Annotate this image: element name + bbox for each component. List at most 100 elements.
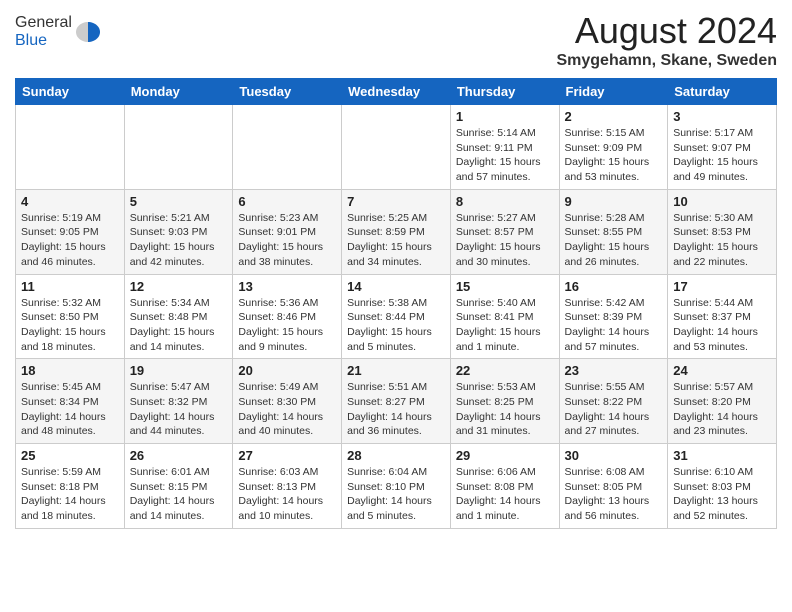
calendar-header-row: SundayMondayTuesdayWednesdayThursdayFrid… [16, 79, 777, 105]
day-detail: Sunrise: 5:17 AM Sunset: 9:07 PM Dayligh… [673, 126, 771, 185]
day-detail: Sunrise: 5:25 AM Sunset: 8:59 PM Dayligh… [347, 211, 445, 270]
day-number: 20 [238, 363, 336, 378]
calendar-cell: 7 Sunrise: 5:25 AM Sunset: 8:59 PM Daylig… [342, 189, 451, 274]
calendar-cell: 11 Sunrise: 5:32 AM Sunset: 8:50 PM Dayli… [16, 274, 125, 359]
day-detail: Sunrise: 5:53 AM Sunset: 8:25 PM Dayligh… [456, 380, 554, 439]
calendar-cell: 20 Sunrise: 5:49 AM Sunset: 8:30 PM Dayli… [233, 359, 342, 444]
day-detail: Sunrise: 5:40 AM Sunset: 8:41 PM Dayligh… [456, 296, 554, 355]
day-number: 24 [673, 363, 771, 378]
calendar-cell: 30 Sunrise: 6:08 AM Sunset: 8:05 PM Dayli… [559, 444, 668, 529]
day-number: 18 [21, 363, 119, 378]
day-number: 26 [130, 448, 228, 463]
day-detail: Sunrise: 5:38 AM Sunset: 8:44 PM Dayligh… [347, 296, 445, 355]
day-detail: Sunrise: 5:55 AM Sunset: 8:22 PM Dayligh… [565, 380, 663, 439]
day-number: 6 [238, 194, 336, 209]
calendar-cell: 17Sunrise: 5:44 AM Sunset: 8:37 PM Dayli… [668, 274, 777, 359]
calendar-cell: 29 Sunrise: 6:06 AM Sunset: 8:08 PM Dayli… [450, 444, 559, 529]
day-number: 3 [673, 109, 771, 124]
day-number: 12 [130, 279, 228, 294]
day-detail: Sunrise: 5:27 AM Sunset: 8:57 PM Dayligh… [456, 211, 554, 270]
day-detail: Sunrise: 5:42 AM Sunset: 8:39 PM Dayligh… [565, 296, 663, 355]
header: General Blue August 2024 Smygehamn, Skan… [15, 10, 777, 70]
day-detail: Sunrise: 6:08 AM Sunset: 8:05 PM Dayligh… [565, 465, 663, 524]
day-number: 15 [456, 279, 554, 294]
calendar-cell: 22Sunrise: 5:53 AM Sunset: 8:25 PM Dayli… [450, 359, 559, 444]
calendar-cell: 28Sunrise: 6:04 AM Sunset: 8:10 PM Dayli… [342, 444, 451, 529]
day-number: 14 [347, 279, 445, 294]
day-detail: Sunrise: 5:21 AM Sunset: 9:03 PM Dayligh… [130, 211, 228, 270]
calendar-week-row: 4 Sunrise: 5:19 AM Sunset: 9:05 PM Daylig… [16, 189, 777, 274]
calendar-cell: 10Sunrise: 5:30 AM Sunset: 8:53 PM Dayli… [668, 189, 777, 274]
calendar-cell: 25Sunrise: 5:59 AM Sunset: 8:18 PM Dayli… [16, 444, 125, 529]
day-detail: Sunrise: 5:19 AM Sunset: 9:05 PM Dayligh… [21, 211, 119, 270]
day-number: 23 [565, 363, 663, 378]
month-year-title: August 2024 [556, 10, 777, 52]
calendar-cell: 21Sunrise: 5:51 AM Sunset: 8:27 PM Dayli… [342, 359, 451, 444]
day-number: 30 [565, 448, 663, 463]
day-detail: Sunrise: 6:03 AM Sunset: 8:13 PM Dayligh… [238, 465, 336, 524]
day-detail: Sunrise: 5:23 AM Sunset: 9:01 PM Dayligh… [238, 211, 336, 270]
day-detail: Sunrise: 6:10 AM Sunset: 8:03 PM Dayligh… [673, 465, 771, 524]
calendar-day-header: Tuesday [233, 79, 342, 105]
location-title: Smygehamn, Skane, Sweden [556, 52, 777, 70]
day-number: 21 [347, 363, 445, 378]
calendar-day-header: Saturday [668, 79, 777, 105]
day-detail: Sunrise: 5:34 AM Sunset: 8:48 PM Dayligh… [130, 296, 228, 355]
calendar-cell: 1 Sunrise: 5:14 AM Sunset: 9:11 PM Daylig… [450, 105, 559, 190]
day-detail: Sunrise: 5:32 AM Sunset: 8:50 PM Dayligh… [21, 296, 119, 355]
calendar-table: SundayMondayTuesdayWednesdayThursdayFrid… [15, 78, 777, 529]
day-number: 29 [456, 448, 554, 463]
day-number: 13 [238, 279, 336, 294]
day-detail: Sunrise: 6:06 AM Sunset: 8:08 PM Dayligh… [456, 465, 554, 524]
calendar-cell: 13 Sunrise: 5:36 AM Sunset: 8:46 PM Dayli… [233, 274, 342, 359]
logo-general-text: General [15, 14, 72, 31]
day-detail: Sunrise: 6:01 AM Sunset: 8:15 PM Dayligh… [130, 465, 228, 524]
calendar-day-header: Thursday [450, 79, 559, 105]
calendar-cell: 15 Sunrise: 5:40 AM Sunset: 8:41 PM Dayli… [450, 274, 559, 359]
logo-blue-text: Blue [15, 32, 47, 49]
day-number: 11 [21, 279, 119, 294]
day-number: 8 [456, 194, 554, 209]
calendar-cell: 2Sunrise: 5:15 AM Sunset: 9:09 PM Daylig… [559, 105, 668, 190]
day-number: 27 [238, 448, 336, 463]
title-area: August 2024 Smygehamn, Skane, Sweden [556, 10, 777, 70]
calendar-cell [16, 105, 125, 190]
calendar-cell: 12 Sunrise: 5:34 AM Sunset: 8:48 PM Dayli… [124, 274, 233, 359]
calendar-week-row: 18 Sunrise: 5:45 AM Sunset: 8:34 PM Dayli… [16, 359, 777, 444]
calendar-cell: 31Sunrise: 6:10 AM Sunset: 8:03 PM Dayli… [668, 444, 777, 529]
calendar-cell: 19Sunrise: 5:47 AM Sunset: 8:32 PM Dayli… [124, 359, 233, 444]
calendar-week-row: 1 Sunrise: 5:14 AM Sunset: 9:11 PM Daylig… [16, 105, 777, 190]
day-detail: Sunrise: 5:45 AM Sunset: 8:34 PM Dayligh… [21, 380, 119, 439]
calendar-cell: 14 Sunrise: 5:38 AM Sunset: 8:44 PM Dayli… [342, 274, 451, 359]
day-number: 1 [456, 109, 554, 124]
day-number: 5 [130, 194, 228, 209]
day-detail: Sunrise: 5:28 AM Sunset: 8:55 PM Dayligh… [565, 211, 663, 270]
calendar-week-row: 11 Sunrise: 5:32 AM Sunset: 8:50 PM Dayli… [16, 274, 777, 359]
calendar-cell: 16Sunrise: 5:42 AM Sunset: 8:39 PM Dayli… [559, 274, 668, 359]
calendar-cell [124, 105, 233, 190]
day-detail: Sunrise: 5:57 AM Sunset: 8:20 PM Dayligh… [673, 380, 771, 439]
calendar-cell: 3 Sunrise: 5:17 AM Sunset: 9:07 PM Daylig… [668, 105, 777, 190]
day-detail: Sunrise: 5:14 AM Sunset: 9:11 PM Dayligh… [456, 126, 554, 185]
day-detail: Sunrise: 5:49 AM Sunset: 8:30 PM Dayligh… [238, 380, 336, 439]
calendar-cell [233, 105, 342, 190]
calendar-cell: 24 Sunrise: 5:57 AM Sunset: 8:20 PM Dayli… [668, 359, 777, 444]
day-number: 4 [21, 194, 119, 209]
calendar-cell: 5 Sunrise: 5:21 AM Sunset: 9:03 PM Daylig… [124, 189, 233, 274]
day-detail: Sunrise: 5:36 AM Sunset: 8:46 PM Dayligh… [238, 296, 336, 355]
calendar-cell [342, 105, 451, 190]
calendar-cell: 27 Sunrise: 6:03 AM Sunset: 8:13 PM Dayli… [233, 444, 342, 529]
calendar-day-header: Sunday [16, 79, 125, 105]
calendar-cell: 18 Sunrise: 5:45 AM Sunset: 8:34 PM Dayli… [16, 359, 125, 444]
day-detail: Sunrise: 6:04 AM Sunset: 8:10 PM Dayligh… [347, 465, 445, 524]
day-number: 2 [565, 109, 663, 124]
day-detail: Sunrise: 5:44 AM Sunset: 8:37 PM Dayligh… [673, 296, 771, 355]
calendar-cell: 26 Sunrise: 6:01 AM Sunset: 8:15 PM Dayli… [124, 444, 233, 529]
day-number: 25 [21, 448, 119, 463]
calendar-day-header: Wednesday [342, 79, 451, 105]
day-number: 10 [673, 194, 771, 209]
calendar-cell: 9Sunrise: 5:28 AM Sunset: 8:55 PM Daylig… [559, 189, 668, 274]
calendar-cell: 8 Sunrise: 5:27 AM Sunset: 8:57 PM Daylig… [450, 189, 559, 274]
day-detail: Sunrise: 5:47 AM Sunset: 8:32 PM Dayligh… [130, 380, 228, 439]
day-number: 7 [347, 194, 445, 209]
